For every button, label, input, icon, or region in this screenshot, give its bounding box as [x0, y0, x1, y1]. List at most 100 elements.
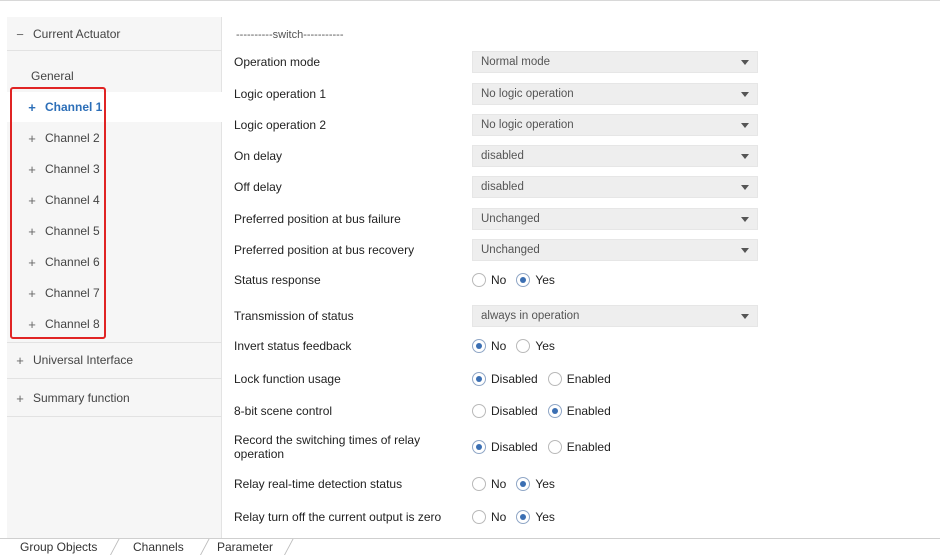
select-value: Normal mode	[481, 56, 551, 68]
radio-label-no[interactable]: No	[491, 477, 506, 491]
transmission-of-status-select[interactable]: always in operation	[472, 305, 758, 327]
dropdown-arrow-icon	[741, 216, 749, 222]
tree-item-channel-7[interactable]: + Channel 7	[7, 278, 222, 308]
radio-no[interactable]	[472, 339, 486, 353]
tab-group-objects[interactable]: Group Objects	[20, 539, 97, 555]
radio-label-yes[interactable]: Yes	[535, 339, 555, 353]
divider	[7, 378, 222, 379]
radio-label-disabled[interactable]: Disabled	[491, 440, 538, 454]
radio-disabled[interactable]	[472, 372, 486, 386]
expand-icon[interactable]: +	[19, 100, 45, 115]
param-label: Record the switching times of relay oper…	[234, 433, 421, 461]
tree-item-label: Channel 6	[45, 255, 100, 269]
radio-label-yes[interactable]: Yes	[535, 273, 555, 287]
param-label: Relay turn off the current output is zer…	[234, 510, 442, 524]
expand-icon[interactable]: +	[7, 391, 33, 406]
tab-parameter[interactable]: Parameter	[217, 539, 273, 555]
radio-label-enabled[interactable]: Enabled	[567, 404, 611, 418]
expand-icon[interactable]: +	[19, 131, 45, 146]
tree-item-universal-interface[interactable]: + Universal Interface	[7, 345, 222, 375]
radio-yes[interactable]	[516, 510, 531, 524]
expand-icon[interactable]: +	[19, 162, 45, 177]
radio-label-enabled[interactable]: Enabled	[567, 372, 611, 386]
logic-operation-1-select[interactable]: No logic operation	[472, 83, 758, 105]
select-value: No logic operation	[481, 119, 574, 131]
bottom-tab-bar: Group Objects Channels Parameter	[0, 538, 940, 555]
tree-item-channel-3[interactable]: + Channel 3	[7, 154, 222, 184]
tree-item-channel-6[interactable]: + Channel 6	[7, 247, 222, 277]
param-row-relay-detection-status: Relay real-time detection status No Yes	[234, 477, 934, 491]
off-delay-select[interactable]: disabled	[472, 176, 758, 198]
tree-item-general[interactable]: General	[7, 61, 222, 91]
radio-yes[interactable]	[516, 339, 531, 353]
param-label: 8-bit scene control	[234, 404, 333, 418]
dropdown-arrow-icon	[741, 153, 749, 159]
expand-icon[interactable]: +	[19, 255, 45, 270]
radio-enabled[interactable]	[547, 440, 562, 454]
expand-icon[interactable]: +	[7, 353, 33, 368]
tree-item-label: Current Actuator	[33, 27, 121, 41]
radio-yes[interactable]	[516, 477, 531, 491]
operation-mode-select[interactable]: Normal mode	[472, 51, 758, 73]
radio-no[interactable]	[472, 510, 486, 524]
invert-status-feedback-radio-group: No Yes	[472, 339, 565, 353]
tree-item-label: Channel 7	[45, 286, 100, 300]
param-row-record-switching-times: Record the switching times of relay oper…	[234, 433, 934, 461]
tree-item-summary-function[interactable]: + Summary function	[7, 383, 222, 413]
tree-item-label: Summary function	[33, 391, 130, 405]
radio-yes[interactable]	[516, 273, 531, 287]
tree-item-current-actuator[interactable]: − Current Actuator	[7, 19, 222, 49]
param-row-lock-function-usage: Lock function usage Disabled Enabled	[234, 372, 934, 386]
bus-recovery-position-select[interactable]: Unchanged	[472, 239, 758, 261]
tab-divider	[283, 539, 294, 555]
dropdown-arrow-icon	[741, 313, 749, 319]
dropdown-arrow-icon	[741, 122, 749, 128]
radio-enabled[interactable]	[547, 404, 562, 418]
expand-icon[interactable]: +	[19, 193, 45, 208]
tree-item-channel-2[interactable]: + Channel 2	[7, 123, 222, 153]
tree-item-label: Channel 8	[45, 317, 100, 331]
on-delay-select[interactable]: disabled	[472, 145, 758, 167]
tree-item-channel-4[interactable]: + Channel 4	[7, 185, 222, 215]
radio-enabled[interactable]	[547, 372, 562, 386]
logic-operation-2-select[interactable]: No logic operation	[472, 114, 758, 136]
param-label: Operation mode	[234, 55, 321, 69]
radio-label-disabled[interactable]: Disabled	[491, 404, 538, 418]
param-row-relay-current-output-zero: Relay turn off the current output is zer…	[234, 510, 934, 524]
radio-no[interactable]	[472, 273, 486, 287]
param-row-bus-failure: Preferred position at bus failure Unchan…	[234, 208, 934, 230]
expand-icon[interactable]: +	[19, 317, 45, 332]
radio-disabled[interactable]	[472, 404, 486, 418]
dropdown-arrow-icon	[741, 59, 749, 65]
tree-item-channel-5[interactable]: + Channel 5	[7, 216, 222, 246]
radio-label-enabled[interactable]: Enabled	[567, 440, 611, 454]
collapse-icon[interactable]: −	[7, 27, 33, 42]
param-label: Transmission of status	[234, 309, 354, 323]
radio-label-yes[interactable]: Yes	[535, 510, 555, 524]
radio-no[interactable]	[472, 477, 486, 491]
param-row-8bit-scene-control: 8-bit scene control Disabled Enabled	[234, 404, 934, 418]
radio-label-no[interactable]: No	[491, 510, 506, 524]
bus-failure-position-select[interactable]: Unchanged	[472, 208, 758, 230]
radio-label-no[interactable]: No	[491, 273, 506, 287]
expand-icon[interactable]: +	[19, 286, 45, 301]
tab-channels[interactable]: Channels	[133, 539, 184, 555]
select-value: Unchanged	[481, 213, 540, 225]
dropdown-arrow-icon	[741, 184, 749, 190]
section-header: ----------switch-----------	[236, 29, 344, 41]
relay-current-zero-radio-group: No Yes	[472, 510, 565, 524]
param-label: On delay	[234, 149, 283, 163]
radio-label-yes[interactable]: Yes	[535, 477, 555, 491]
radio-label-no[interactable]: No	[491, 339, 506, 353]
expand-icon[interactable]: +	[19, 224, 45, 239]
relay-detection-radio-group: No Yes	[472, 477, 565, 491]
select-value: Unchanged	[481, 244, 540, 256]
tree-item-channel-1[interactable]: + Channel 1	[7, 92, 223, 122]
tree-item-label: Universal Interface	[33, 353, 134, 367]
radio-label-disabled[interactable]: Disabled	[491, 372, 538, 386]
param-row-bus-recovery: Preferred position at bus recovery Uncha…	[234, 239, 934, 261]
radio-disabled[interactable]	[472, 440, 486, 454]
param-label: Logic operation 2	[234, 118, 327, 132]
dropdown-arrow-icon	[741, 91, 749, 97]
tree-item-channel-8[interactable]: + Channel 8	[7, 309, 222, 339]
